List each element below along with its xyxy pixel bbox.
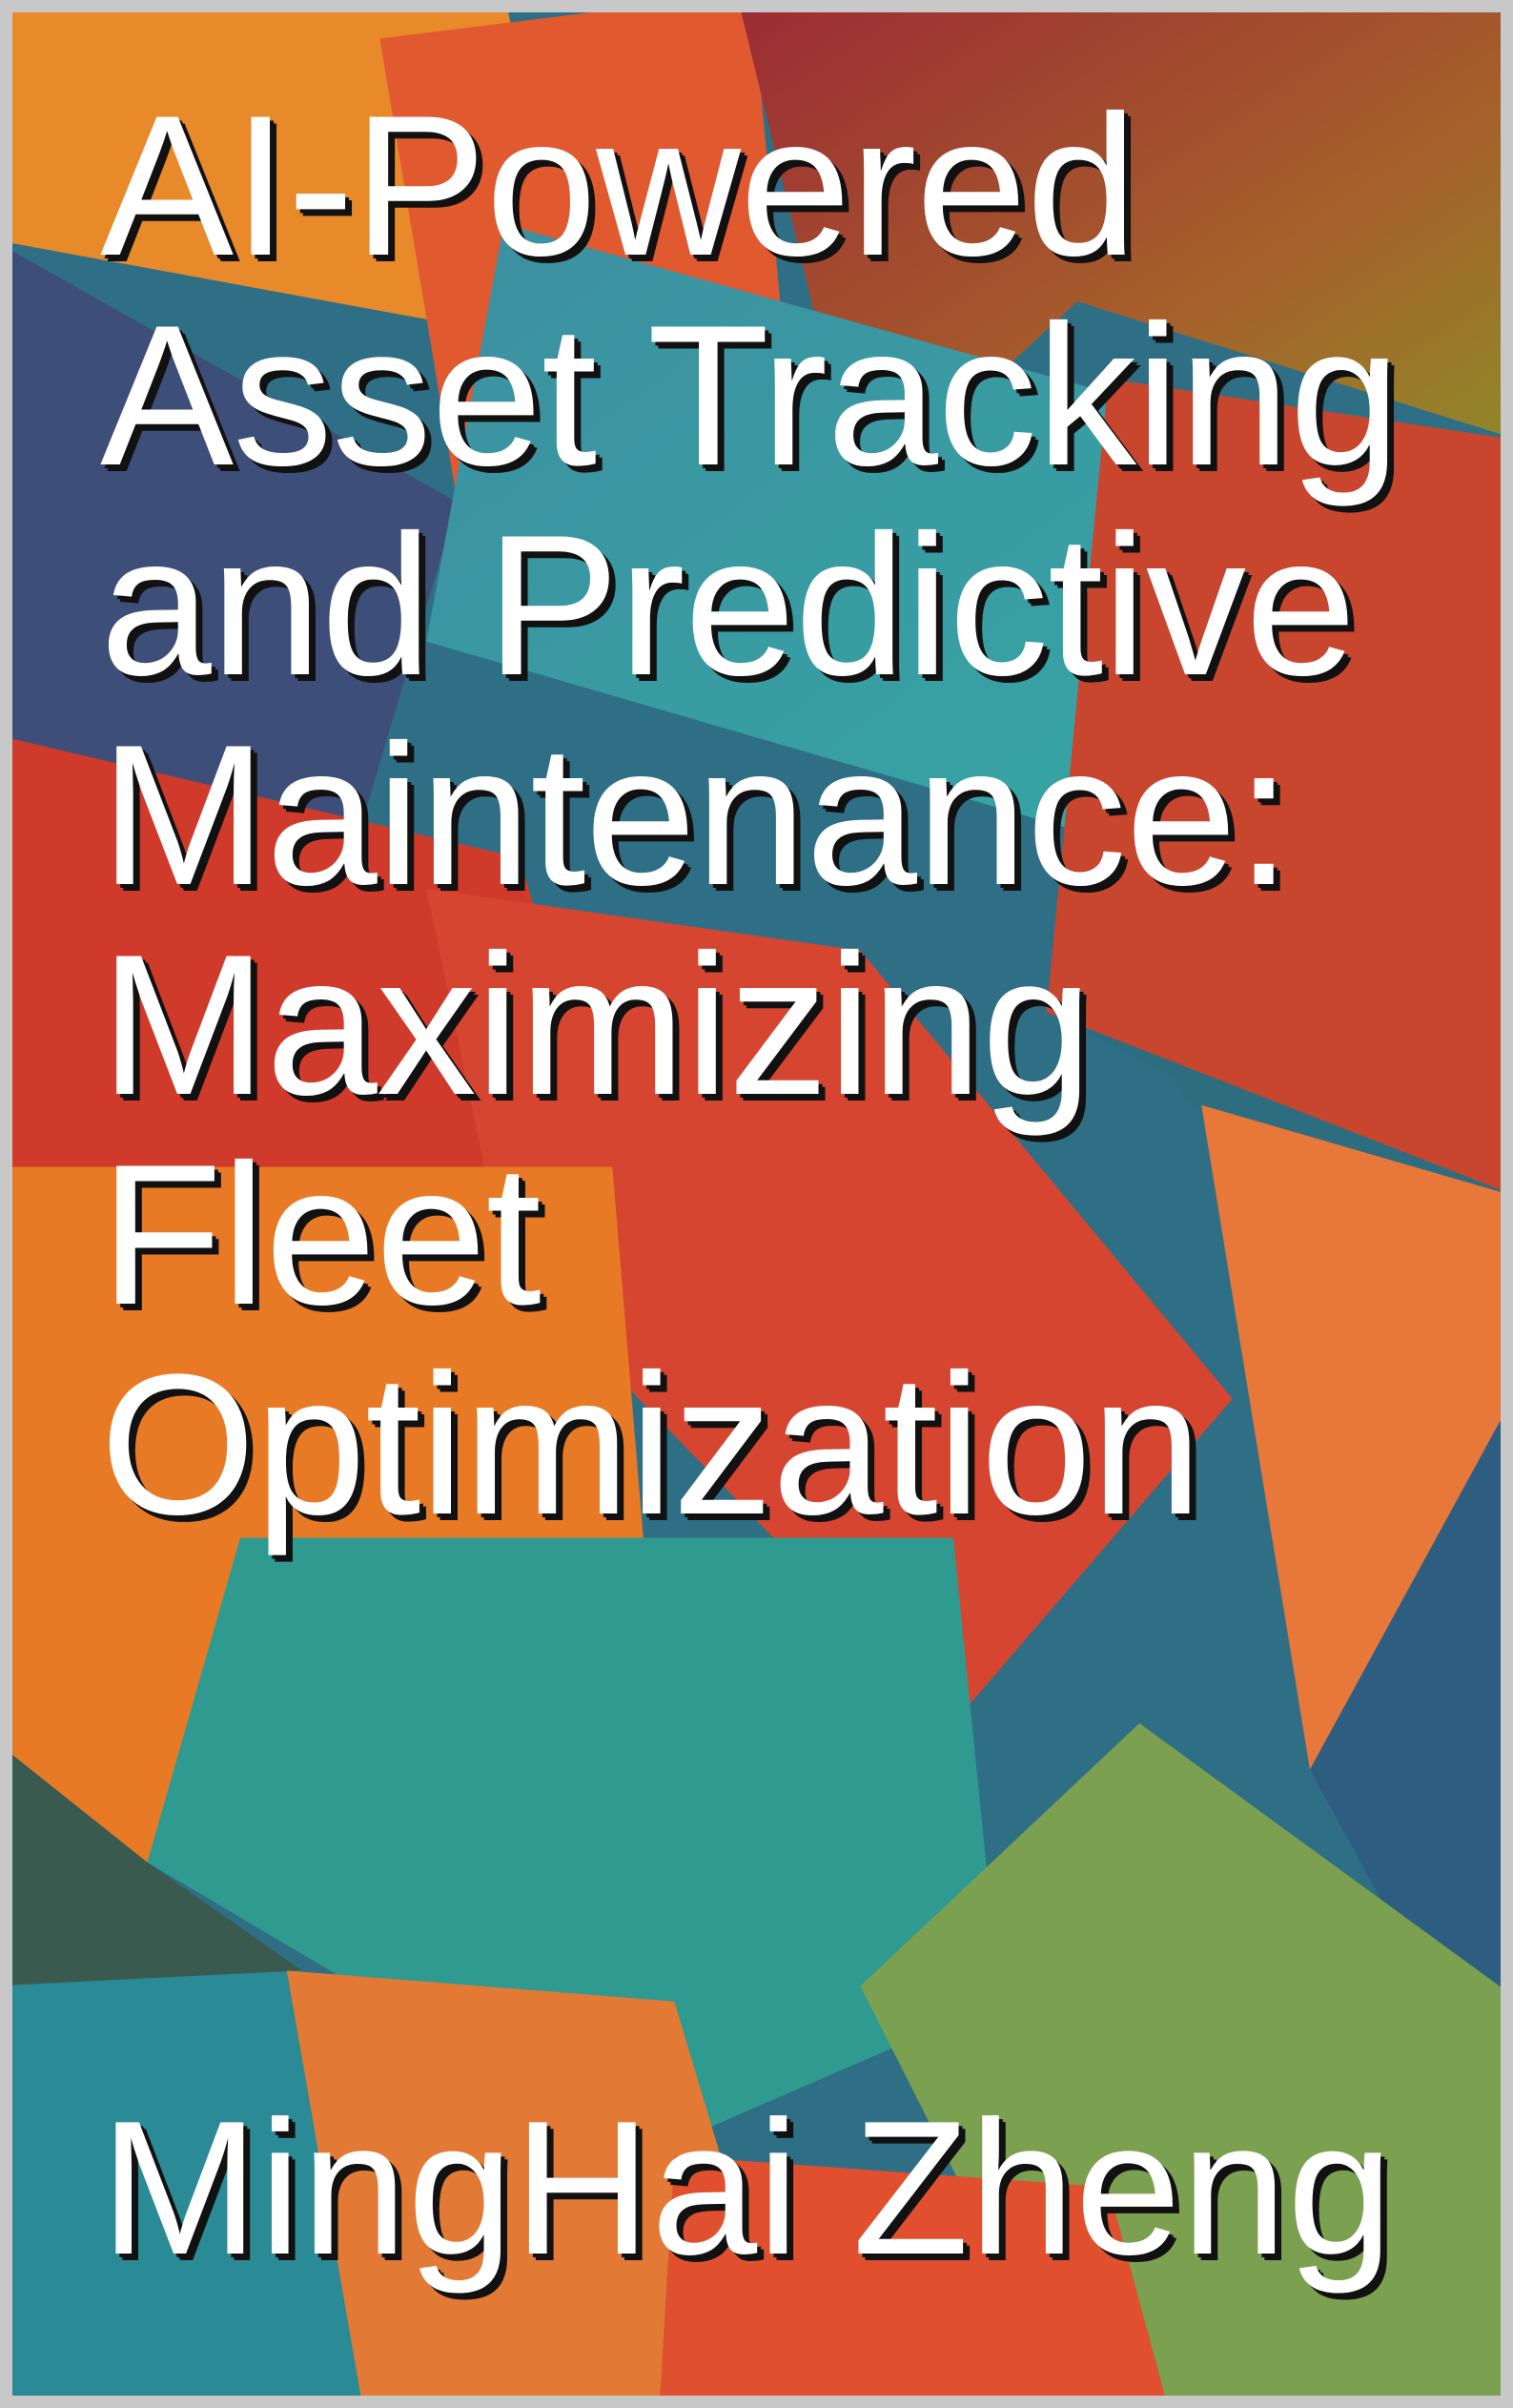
author-name: MingHai Zheng <box>100 2082 1394 2295</box>
title-line: Fleet <box>100 1122 542 1347</box>
title-line: Maintenance: <box>100 703 1292 927</box>
title-line: and Predictive <box>100 493 1357 717</box>
title-line: Asset Tracking <box>100 283 1401 507</box>
title-line: Maximizing <box>100 913 1093 1137</box>
title-line: Optimization <box>100 1332 1202 1556</box>
title-line: AI-Powered <box>100 73 1137 298</box>
book-title: AI-Powered Asset Tracking and Predictive… <box>100 73 1401 1556</box>
book-cover: AI-Powered Asset Tracking and Predictive… <box>12 12 1501 2396</box>
